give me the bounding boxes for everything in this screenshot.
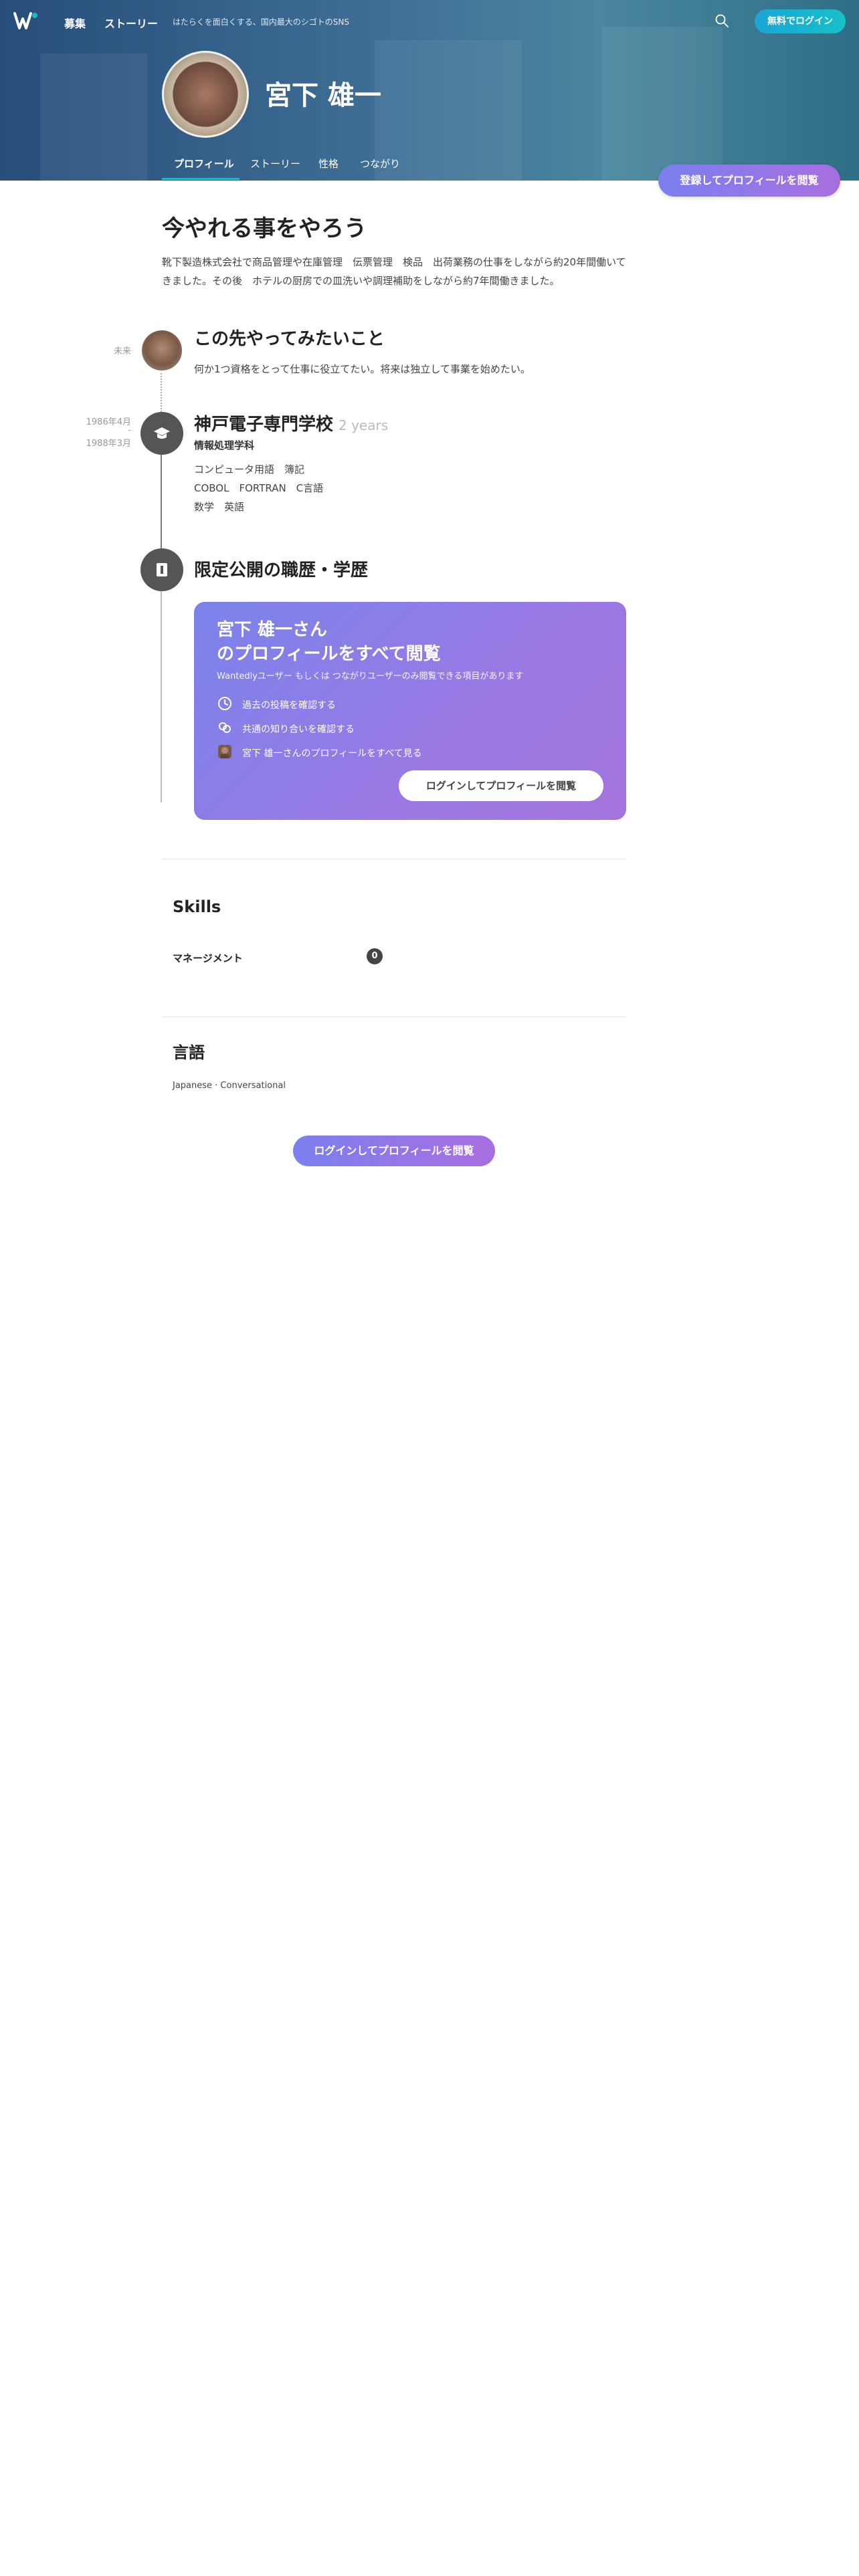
login-view-profile-button[interactable]: ログインしてプロフィールを閲覧 <box>399 770 603 801</box>
skill-endorsement-count: 0 <box>367 948 383 964</box>
timeline-avatar <box>140 329 183 372</box>
gate-card-item-text: 共通の知り合いを確認する <box>242 724 355 735</box>
school-course-line: コンピュータ用語 簿記 <box>194 463 305 475</box>
tab-stories[interactable]: ストーリー <box>250 156 300 171</box>
timeline-connector <box>161 455 162 548</box>
timeline-connector <box>161 370 162 415</box>
background-texture <box>602 27 723 181</box>
future-text: 何か1つ資格をとって仕事に役立てたい。将来は独立して事業を始めたい。 <box>194 363 531 375</box>
skill-name[interactable]: マネージメント <box>173 951 243 965</box>
gate-card-title-name: 宮下 雄一さん <box>217 620 328 640</box>
search-icon[interactable] <box>714 13 729 28</box>
profile-avatar <box>162 51 249 138</box>
tab-personality[interactable]: 性格 <box>318 156 339 171</box>
avatar-icon <box>218 745 231 758</box>
languages-heading: 言語 <box>173 1043 205 1062</box>
graduation-cap-icon <box>154 427 170 439</box>
timeline-connector <box>161 591 162 802</box>
school-name[interactable]: 神戸電子専門学校 <box>194 415 333 435</box>
skills-heading: Skills <box>173 897 221 916</box>
tagline: はたらくを面白くする、国内最大のシゴトのSNS <box>173 17 349 27</box>
profile-header: 募集 ストーリー はたらくを面白くする、国内最大のシゴトのSNS 無料でログイン… <box>0 0 859 181</box>
clock-icon <box>218 697 231 710</box>
school-course-line: 数学 英語 <box>194 501 245 513</box>
future-title: この先やってみたいこと <box>194 329 385 349</box>
tab-profile[interactable]: プロフィール <box>174 156 234 171</box>
school-department: 情報処理学科 <box>194 439 255 451</box>
language-item: Japanese · Conversational <box>173 1081 286 1091</box>
gated-profile-card: 宮下 雄一さん のプロフィールをすべて閲覧 Wantedlyユーザー もしくは … <box>194 602 626 820</box>
background-texture <box>40 53 147 181</box>
profile-intro: 靴下製造株式会社で商品管理や在庫管理 伝票管理 検品 出荷業務の仕事をしながら約… <box>162 256 626 287</box>
wantedly-logo-icon[interactable] <box>13 11 40 32</box>
gate-card-item-text: 宮下 雄一さんのプロフィールをすべて見る <box>242 748 422 759</box>
top-nav: 募集 ストーリー はたらくを面白くする、国内最大のシゴトのSNS 無料でログイン <box>0 0 859 43</box>
school-end-date: 1988年3月 <box>86 439 131 449</box>
profile-name: 宮下 雄一 <box>265 80 381 111</box>
private-history-title: 限定公開の職歴・学歴 <box>194 560 369 580</box>
nav-jobs-link[interactable]: 募集 <box>64 15 86 31</box>
tab-connections[interactable]: つながり <box>360 156 400 171</box>
register-view-profile-button[interactable]: 登録してプロフィールを閲覧 <box>658 165 840 197</box>
gate-card-title-text: のプロフィールをすべて閲覧 <box>217 644 441 664</box>
section-divider <box>162 1016 626 1017</box>
bottom-login-view-profile-button[interactable]: ログインしてプロフィールを閲覧 <box>293 1136 495 1166</box>
gate-card-item-text: 過去の投稿を確認する <box>242 700 336 711</box>
gate-card-subtitle: Wantedlyユーザー もしくは つながりユーザーのみ閲覧できる項目があります <box>217 671 524 681</box>
timeline-node-private <box>140 548 183 591</box>
active-tab-indicator <box>162 178 240 180</box>
link-icon <box>219 722 231 733</box>
date-range-dash: - <box>128 425 131 435</box>
timeline-date-future: 未来 <box>113 346 131 356</box>
school-title: 神戸電子専門学校 2 years <box>194 411 388 435</box>
school-course-line: COBOL FORTRAN C言語 <box>194 482 324 494</box>
school-duration: 2 years <box>339 417 389 433</box>
timeline-node-education <box>140 412 183 455</box>
nav-stories-link[interactable]: ストーリー <box>104 15 158 31</box>
document-icon <box>157 563 167 576</box>
gate-card-title: 宮下 雄一さん のプロフィールをすべて閲覧 <box>217 618 591 666</box>
profile-headline: 今やれる事をやろう <box>162 215 367 242</box>
login-button[interactable]: 無料でログイン <box>755 9 846 33</box>
